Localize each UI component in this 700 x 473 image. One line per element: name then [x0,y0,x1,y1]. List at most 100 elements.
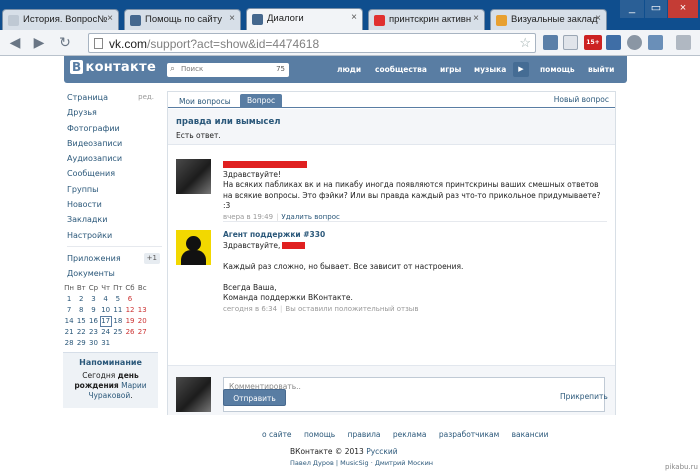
calendar-day[interactable]: 31 [100,338,112,349]
footer-copyright: ВКонтакте © 2013 Русский [290,447,398,456]
footer-authors[interactable]: Павел Дуров | MusicSig · Дмитрий Москин [290,459,433,467]
sidebar-item-label: Страница [67,93,109,102]
agent-shoulders [181,250,206,265]
mail-icon[interactable] [606,35,621,50]
send-button[interactable]: Отправить [223,389,286,406]
calendar-week: 28 29 30 31 [63,337,158,348]
agent-post-meta: сегодня в 6:34 | Вы оставили положительный… [223,304,419,313]
sidebar-item-settings[interactable]: Настройки [67,228,162,243]
tab-my-questions[interactable]: Мои вопросы [179,95,231,108]
sidebar-item-news[interactable]: Новости [67,197,162,212]
tab-question[interactable]: Вопрос [240,94,283,108]
calendar-day[interactable]: 28 [63,338,75,349]
browser-tab-3[interactable]: принтскрин активн × [368,9,485,30]
nav-logout[interactable]: выйти [588,65,614,74]
browser-tab-1[interactable]: Помощь по сайту × [124,9,241,30]
sidebar-item-photos[interactable]: Фотографии [67,121,162,136]
footer-link-help[interactable]: помощь [304,430,335,439]
question-header: правда или вымысел Есть ответ. [168,109,615,145]
user-icon[interactable] [648,35,663,50]
address-host: vk.com [109,37,148,51]
search-input[interactable]: ⌕ Поиск 75 [167,63,289,77]
browser-tabstrip: История. Вопрос№ × Помощь по сайту × Диа… [0,0,700,30]
delete-question-link[interactable]: Удалить вопрос [281,213,339,221]
sidebar-item-groups[interactable]: Группы [67,182,162,197]
sidebar-item-documents[interactable]: Документы [67,266,162,281]
sidebar-item-apps[interactable]: Приложения +1 [67,251,162,266]
question-status: Есть ответ. [176,131,221,140]
star-icon[interactable]: ☆ [519,35,531,51]
close-icon[interactable]: × [595,13,601,24]
play-icon[interactable]: ▶ [513,62,529,77]
tab-title: принтскрин активн [389,14,472,25]
sidebar-item-audio[interactable]: Аудиозаписи [67,151,162,166]
address-bar[interactable]: vk.com/support?act=show&id=4474618 ☆ [88,33,536,53]
calendar: Пн Вт Ср Чт Пт Сб Вс 1 2 3 4 5 6 7 8 9 10 11 12 13 14 15 16 17 1… [63,282,158,349]
sidebar-item-messages[interactable]: Сообщения [67,166,162,181]
nav-people[interactable]: люди [337,65,361,74]
bookmarks-favicon [496,15,507,26]
post-time: вчера в 19:49 [223,212,274,221]
footer-link-ads[interactable]: реклама [393,430,427,439]
briefcase-icon[interactable] [543,35,558,50]
calendar-icon[interactable] [563,35,578,50]
arrow-left-icon[interactable]: ◀ [6,34,24,52]
calendar-day[interactable]: 29 [75,338,87,349]
post-time: сегодня в 6:34 [223,304,278,313]
minimize-button[interactable]: _ [620,0,644,18]
sidebar-item-videos[interactable]: Видеозаписи [67,136,162,151]
nav-music[interactable]: музыка [474,65,506,74]
agent-silhouette [186,236,201,251]
tab-title: Визуальные заклад [511,14,598,25]
attach-link[interactable]: Прикрепить [560,392,608,401]
footer-link-developers[interactable]: разработчикам [439,430,499,439]
vk-logo[interactable]: Вконтакте [70,60,156,75]
footer-link-rules[interactable]: правила [348,430,381,439]
new-question-link[interactable]: Новый вопрос [554,95,609,104]
calendar-week: 21 22 23 24 25 26 27 [63,326,158,337]
edit-link[interactable]: ред. [138,90,154,105]
sidebar-item-bookmarks[interactable]: Закладки [67,212,162,227]
agent-greeting: Здравствуйте, [223,240,281,250]
agent-avatar[interactable] [176,230,211,265]
sidebar-item-friends[interactable]: Друзья [67,105,162,120]
left-menu: Страница ред. Друзья Фотографии Видеозапи… [67,90,162,282]
browser-tab-2[interactable]: Диалоги × [246,8,363,30]
close-icon[interactable]: × [351,12,357,23]
user-avatar[interactable] [176,159,211,194]
agent-answer: Каждый раз сложно, но бывает. Все зависи… [223,261,464,271]
calendar-header: Пн Вт Ср Чт Пт Сб Вс [63,282,158,293]
gear-icon[interactable] [627,35,642,50]
yandex-favicon [374,15,385,26]
browser-toolbar: ◀ ▶ ↻ vk.com/support?act=show&id=4474618… [0,30,700,56]
agent-name-link[interactable]: Агент поддержки #330 [223,230,325,239]
user-post-text: На всяких пабликах вк и на пикабу иногда… [223,180,601,210]
wrench-icon[interactable] [676,35,691,50]
vk-header: Вконтакте ⌕ Поиск 75 люди сообщества игр… [64,56,627,83]
footer-link-about[interactable]: о сайте [262,430,292,439]
browser-tab-0[interactable]: История. Вопрос№ × [2,9,119,30]
user-post-meta: вчера в 19:49 | Удалить вопрос [223,212,340,221]
support-panel: Мои вопросы Вопрос Новый вопрос правда и… [167,91,616,415]
language-link[interactable]: Русский [366,447,398,456]
calendar-day[interactable]: 30 [87,338,99,349]
rating-badge-icon[interactable]: 15+ [584,35,602,50]
close-icon[interactable]: × [107,13,113,24]
reload-icon[interactable]: ↻ [56,34,74,52]
sidebar-item-page[interactable]: Страница ред. [67,90,162,105]
close-icon[interactable]: × [473,13,479,24]
tab-title: История. Вопрос№ [23,14,108,25]
close-icon[interactable]: × [229,13,235,24]
nav-help[interactable]: помощь [540,65,575,74]
close-window-button[interactable]: × [668,0,698,18]
vk-logo-mark: В [70,60,84,74]
maximize-button[interactable]: ▭ [645,0,667,18]
browser-tab-4[interactable]: Визуальные заклад × [490,9,607,30]
arrow-right-icon[interactable]: ▶ [30,34,48,52]
nav-games[interactable]: игры [440,65,461,74]
vk-logo-text: контакте [85,60,157,75]
feedback-status: Вы оставили положительный отзыв [285,304,419,313]
nav-communities[interactable]: сообщества [375,65,427,74]
footer-link-jobs[interactable]: вакансии [512,430,549,439]
tab-title: Диалоги [267,13,304,24]
